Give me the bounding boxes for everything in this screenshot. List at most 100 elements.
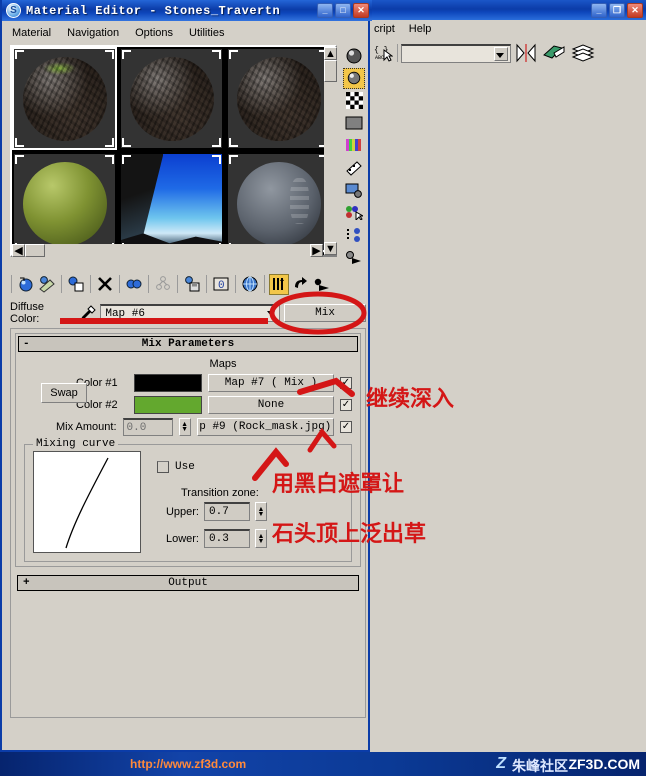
output-header[interactable]: + Output: [17, 575, 359, 591]
show-map-in-viewport-icon[interactable]: [240, 274, 260, 295]
layer-manager-icon[interactable]: [570, 41, 596, 65]
sample-preview-rock-plain: [129, 56, 214, 141]
put-material-to-scene-icon[interactable]: [37, 274, 57, 295]
mixing-curve-legend: Mixing curve: [33, 438, 119, 450]
scroll-left-button[interactable]: ◀: [12, 244, 25, 257]
max-toolbar-combo[interactable]: [401, 43, 511, 63]
scroll-down-icon[interactable]: [343, 247, 365, 267]
material-editor-title: Material Editor - Stones_Travertn: [26, 3, 281, 18]
slots-vertical-scrollbar[interactable]: ▲ ▼: [324, 47, 337, 255]
upper-field[interactable]: 0.7: [204, 502, 250, 521]
chevron-down-icon: [267, 311, 276, 316]
menu-item-help[interactable]: Help: [409, 23, 432, 35]
expand-icon[interactable]: +: [23, 577, 30, 589]
sample-slot-3[interactable]: [226, 47, 331, 150]
material-type-button[interactable]: Mix: [284, 304, 366, 322]
upper-spinner[interactable]: ▲ ▼: [255, 502, 267, 521]
go-forward-to-sibling-icon[interactable]: [311, 274, 331, 295]
max-toolbar: { } ABC: [370, 38, 646, 68]
select-by-material-icon[interactable]: [343, 202, 365, 222]
reset-map-icon[interactable]: [95, 274, 115, 295]
mix-amount-map-checkbox[interactable]: ✓: [340, 421, 352, 433]
collapse-icon[interactable]: -: [23, 338, 30, 350]
sample-slot-5[interactable]: [119, 152, 224, 255]
go-to-parent-icon[interactable]: [290, 274, 310, 295]
footer-url[interactable]: http://www.zf3d.com: [130, 757, 246, 771]
material-effects-id-icon[interactable]: 0: [211, 274, 231, 295]
scroll-thumb-horizontal[interactable]: [25, 244, 45, 257]
mix-parameters-header[interactable]: - Mix Parameters: [18, 336, 358, 352]
sample-slot-6[interactable]: [226, 152, 331, 255]
mixing-curve-graph[interactable]: [33, 451, 141, 553]
make-unique-icon[interactable]: [153, 274, 173, 295]
close-button[interactable]: ✕: [353, 3, 369, 18]
color2-swatch[interactable]: [134, 396, 202, 414]
show-end-result-icon[interactable]: [269, 273, 289, 295]
material-editor-menu-bar: Material Navigation Options Utilities: [4, 23, 370, 42]
make-material-copy-icon[interactable]: [124, 274, 144, 295]
backlight-icon[interactable]: [343, 68, 365, 89]
scroll-right-button[interactable]: ▶: [310, 244, 323, 257]
color2-map-button[interactable]: None: [208, 396, 334, 414]
minimize-button[interactable]: _: [591, 2, 607, 18]
color1-swatch[interactable]: [134, 374, 202, 392]
sample-type-icon[interactable]: [343, 46, 365, 66]
mix-amount-field[interactable]: 0.0: [122, 418, 173, 436]
menu-item-script[interactable]: cript: [374, 23, 395, 35]
footer-site: ZF3D.COM: [568, 756, 640, 772]
use-curve-checkbox[interactable]: [157, 461, 169, 473]
lower-spinner[interactable]: ▲ ▼: [255, 529, 267, 548]
mix-amount-map-button[interactable]: p #9 (Rock_mask.jpg): [196, 418, 334, 436]
diffuse-map-field[interactable]: Map #6: [100, 304, 281, 322]
menu-item-material[interactable]: Material: [12, 27, 51, 39]
scroll-up-button[interactable]: ▲: [324, 47, 337, 60]
assign-material-icon[interactable]: [66, 274, 86, 295]
minimize-button[interactable]: _: [317, 3, 333, 18]
eyedropper-icon[interactable]: [80, 305, 97, 321]
material-editor-window: S Material Editor - Stones_Travertn _ □ …: [0, 0, 372, 752]
close-button[interactable]: ✕: [627, 2, 643, 18]
slots-horizontal-scrollbar[interactable]: ◀ ▶: [12, 244, 323, 257]
lower-label: Lower:: [165, 532, 199, 545]
menu-item-utilities[interactable]: Utilities: [189, 27, 224, 39]
menu-item-navigation[interactable]: Navigation: [67, 27, 119, 39]
max-window-buttons: _ ❐ ✕: [591, 2, 643, 18]
material-id-channel-icon[interactable]: [343, 224, 365, 244]
scroll-thumb-vertical[interactable]: [324, 60, 337, 82]
mix-amount-spinner[interactable]: ▲ ▼: [178, 418, 191, 436]
max-window: _ ❐ ✕ cript Help { } ABC: [370, 0, 646, 752]
sample-preview-grey-default: [236, 161, 321, 246]
options-icon[interactable]: [343, 180, 365, 200]
max-menu-bar: cript Help: [370, 20, 646, 38]
footer-logo: Z: [496, 755, 506, 772]
sample-uv-tiling-icon[interactable]: [343, 113, 365, 133]
annotation-continue-deeper: 继续深入: [366, 387, 455, 412]
mirror-icon[interactable]: [514, 41, 538, 65]
put-to-library-icon[interactable]: [182, 274, 202, 295]
me-window-buttons: _ □ ✕: [317, 3, 369, 18]
footer-brand: 朱峰社区: [512, 758, 568, 774]
sample-slot-1[interactable]: [12, 47, 117, 150]
menu-item-options[interactable]: Options: [135, 27, 173, 39]
max-title-bar: _ ❐ ✕: [370, 0, 646, 20]
video-color-check-icon[interactable]: [343, 135, 365, 155]
sample-preview-rock-rough: [236, 56, 321, 141]
maxscript-listener-icon[interactable]: { } ABC: [372, 42, 394, 64]
color2-map-checkbox[interactable]: ✓: [340, 399, 352, 411]
svg-text:ABC: ABC: [375, 55, 384, 61]
get-material-icon[interactable]: [16, 274, 36, 295]
color1-map-checkbox[interactable]: ✓: [340, 377, 352, 389]
maximize-button[interactable]: □: [335, 3, 351, 18]
sample-preview-sky-environment: [121, 154, 222, 253]
checker-background-icon[interactable]: [343, 91, 365, 111]
sample-slot-4[interactable]: [12, 152, 117, 255]
restore-button[interactable]: ❐: [609, 2, 625, 18]
lower-field[interactable]: 0.3: [204, 529, 250, 548]
sample-slot-2[interactable]: [119, 47, 224, 150]
swap-button[interactable]: Swap: [41, 383, 87, 403]
align-icon[interactable]: [541, 41, 567, 65]
make-preview-icon[interactable]: [343, 158, 365, 178]
scroll-down-button[interactable]: ▼: [324, 242, 337, 255]
material-editor-icon: S: [6, 3, 21, 18]
color1-map-button[interactable]: Map #7 ( Mix ): [208, 374, 334, 392]
